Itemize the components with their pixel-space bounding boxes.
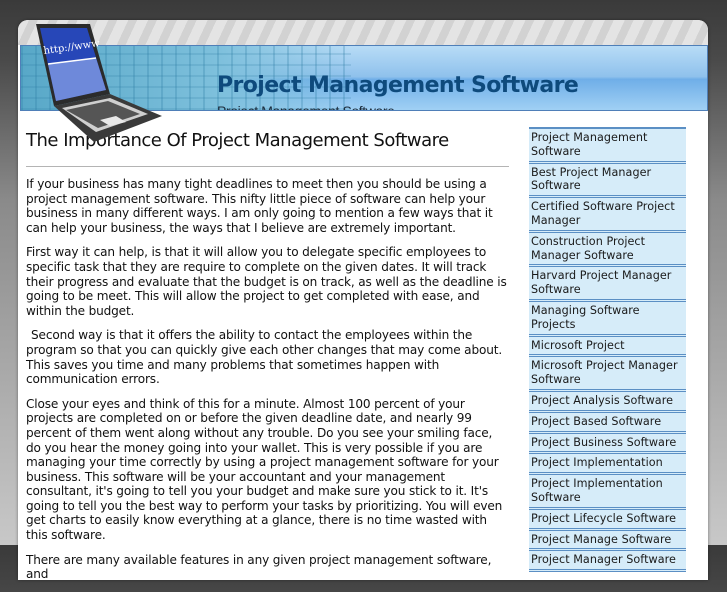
sidebar-item-project-manage-software[interactable]: Project Manage Software: [529, 530, 686, 552]
page-container: Project Management Software Project Mana…: [18, 20, 708, 581]
main-content: The Importance Of Project Management Sof…: [26, 128, 509, 592]
sidebar-item-managing-software-projects[interactable]: Managing Software Projects: [529, 301, 686, 337]
sidebar-item-project-analysis-software[interactable]: Project Analysis Software: [529, 391, 686, 413]
article-paragraph-4: Close your eyes and think of this for a …: [26, 396, 503, 543]
site-title[interactable]: Project Management Software: [217, 71, 579, 101]
sidebar-item-microsoft-project-manager-software[interactable]: Microsoft Project Manager Software: [529, 357, 686, 392]
sidebar-item-harvard-project-manager-software[interactable]: Harvard Project Manager Software: [529, 267, 686, 302]
sidebar-item-project-business-software[interactable]: Project Business Software: [529, 433, 686, 455]
sidebar-item-best-project-manager-software[interactable]: Best Project Manager Software: [529, 163, 686, 199]
sidebar-item-microsoft-project[interactable]: Microsoft Project: [529, 336, 686, 358]
sidebar-item-certified-software-project-manager[interactable]: Certified Software Project Manager: [529, 198, 686, 233]
sidebar-item-project-management-software[interactable]: Project Management Software: [529, 129, 686, 164]
sidebar-item-project-implementation[interactable]: Project Implementation: [529, 454, 686, 476]
article-paragraph-5: There are many available features in any…: [26, 552, 492, 582]
article-paragraph-1: If your business has many tight deadline…: [26, 177, 493, 235]
article-paragraph-2: First way it can help, is that it will a…: [26, 245, 507, 318]
article-paragraph-3: Second way is that it offers the ability…: [26, 328, 503, 387]
sidebar-item-construction-project-manager-software[interactable]: Construction Project Manager Software: [529, 232, 686, 268]
sidebar-item-project-based-software[interactable]: Project Based Software: [529, 412, 686, 434]
site-subtitle: Project Management Software: [217, 103, 395, 111]
sidebar-item-project-implementation-software[interactable]: Project Implementation Software: [529, 475, 686, 510]
title-divider: [26, 166, 509, 167]
sidebar-item-project-lifecycle-software[interactable]: Project Lifecycle Software: [529, 509, 686, 531]
laptop-logo-icon[interactable]: http://www: [30, 24, 170, 142]
sidebar-item-project-manager-software[interactable]: Project Manager Software: [529, 551, 686, 573]
sidebar-nav: Project Management Software Best Project…: [529, 127, 686, 573]
